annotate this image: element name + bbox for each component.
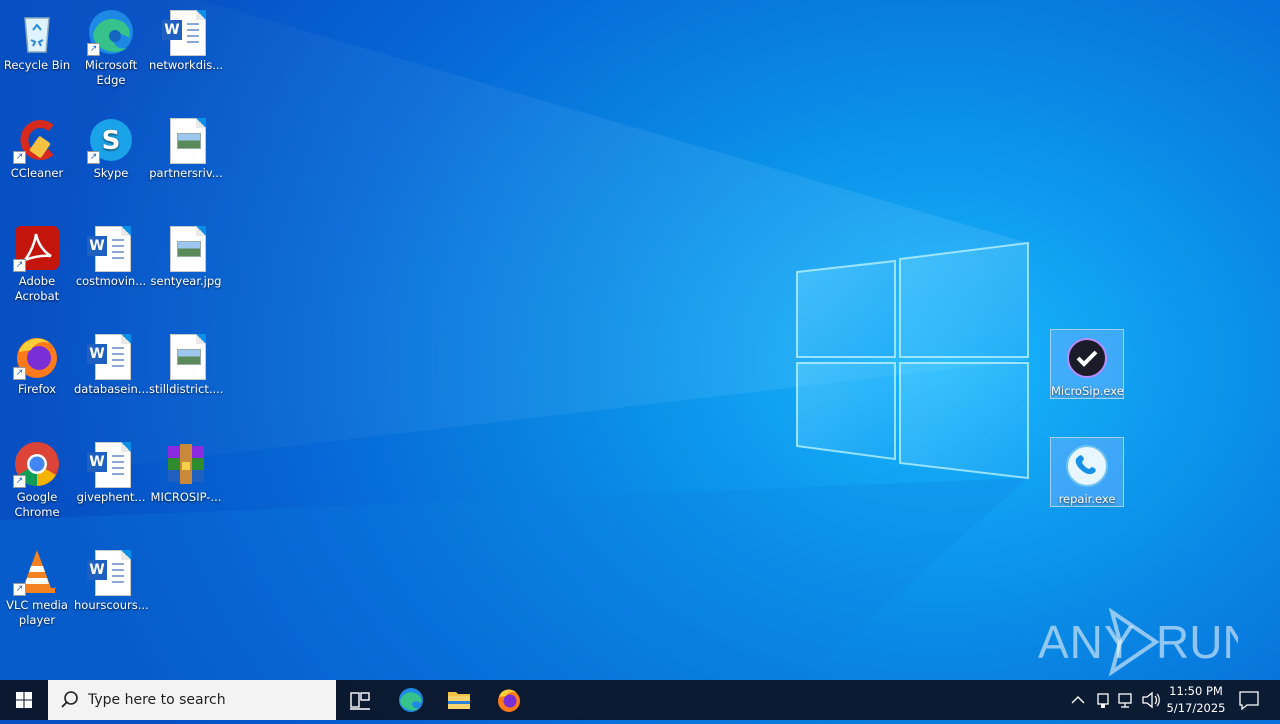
firefox-icon bbox=[498, 689, 520, 712]
shortcut-arrow-icon: ↗ bbox=[13, 367, 26, 380]
winrar-archive-icon bbox=[162, 440, 210, 488]
speaker-icon bbox=[1142, 691, 1160, 709]
task-view-button[interactable] bbox=[336, 680, 384, 720]
image-file-icon bbox=[162, 224, 210, 272]
desktop-icon-word-doc[interactable]: W givephent... bbox=[74, 436, 148, 505]
desktop-icon-label: Skype bbox=[93, 166, 129, 180]
word-document-icon: W bbox=[87, 548, 135, 596]
desktop-icon-recycle-bin[interactable]: Recycle Bin bbox=[0, 4, 74, 73]
edge-icon bbox=[399, 688, 423, 712]
svg-text:S: S bbox=[102, 126, 121, 156]
desktop-icon-label: CCleaner bbox=[10, 166, 64, 180]
desktop-icon-label: sentyear.jpg bbox=[150, 274, 222, 288]
word-document-icon: W bbox=[162, 8, 210, 56]
desktop-icon-label: VLC media player bbox=[6, 598, 68, 627]
recycle-bin-icon bbox=[13, 8, 61, 56]
taskbar-file-explorer-button[interactable] bbox=[435, 680, 483, 720]
desktop-icon-microsip-exe[interactable]: MicroSip.exe bbox=[1050, 329, 1124, 399]
desktop-icon-label: networkdis... bbox=[149, 58, 224, 72]
shortcut-arrow-icon: ↗ bbox=[13, 475, 26, 488]
clock-time: 11:50 PM bbox=[1169, 684, 1223, 698]
desktop-icon-word-doc[interactable]: W costmovin... bbox=[74, 220, 148, 289]
desktop-icon-label: costmovin... bbox=[75, 274, 147, 288]
start-button[interactable] bbox=[0, 680, 48, 720]
skype-icon: S ↗ bbox=[87, 116, 135, 164]
usb-device-icon bbox=[1097, 693, 1109, 708]
desktop-icon-label: databasein... bbox=[74, 382, 149, 396]
shortcut-arrow-icon: ↗ bbox=[13, 259, 26, 272]
taskbar-clock[interactable]: 11:50 PM 5/17/2025 bbox=[1160, 683, 1232, 717]
desktop-icon-label: repair.exe bbox=[1058, 492, 1116, 506]
microsip-check-icon bbox=[1063, 334, 1111, 382]
adobe-acrobat-icon: ↗ bbox=[13, 224, 61, 272]
desktop-icon-label: MICROSIP-... bbox=[150, 490, 222, 504]
shortcut-arrow-icon: ↗ bbox=[87, 151, 100, 164]
desktop-icon-label: stilldistrict.... bbox=[149, 382, 224, 396]
desktop-icon-label: Google Chrome bbox=[14, 490, 60, 519]
chevron-up-icon bbox=[1071, 696, 1085, 704]
action-center-button[interactable] bbox=[1234, 680, 1264, 720]
desktop-icon-label: Recycle Bin bbox=[3, 58, 71, 72]
desktop-icon-google-chrome[interactable]: ↗ Google Chrome bbox=[0, 436, 74, 520]
ccleaner-icon: ↗ bbox=[13, 116, 61, 164]
anyrun-watermark-logo: ANY RUN bbox=[1038, 608, 1238, 677]
shortcut-arrow-icon: ↗ bbox=[13, 151, 26, 164]
desktop-icon-label: givephent... bbox=[76, 490, 146, 504]
desktop-icon-word-doc[interactable]: W networkdis... bbox=[149, 4, 223, 73]
show-hidden-icons-button[interactable] bbox=[1068, 680, 1088, 720]
network-tray-button[interactable] bbox=[1116, 680, 1138, 720]
shortcut-arrow-icon: ↗ bbox=[87, 43, 100, 56]
shortcut-arrow-icon: ↗ bbox=[13, 583, 26, 596]
desktop-icon-label: Adobe Acrobat bbox=[14, 274, 60, 303]
vlc-cone-icon: ↗ bbox=[13, 548, 61, 596]
desktop-icon-label: Firefox bbox=[17, 382, 57, 396]
word-document-icon: W bbox=[87, 332, 135, 380]
image-file-icon bbox=[162, 332, 210, 380]
desktop-icon-image-file[interactable]: sentyear.jpg bbox=[149, 220, 223, 289]
desktop-icon-microsoft-edge[interactable]: ↗ Microsoft Edge bbox=[74, 4, 148, 88]
svg-text:RUN: RUN bbox=[1156, 616, 1238, 668]
desktop-icon-winrar-archive[interactable]: MICROSIP-... bbox=[149, 436, 223, 505]
desktop-icon-firefox[interactable]: ↗ Firefox bbox=[0, 328, 74, 397]
folder-icon bbox=[448, 692, 470, 709]
search-placeholder: Type here to search bbox=[88, 692, 226, 708]
edge-icon: ↗ bbox=[87, 8, 135, 56]
google-chrome-icon: ↗ bbox=[13, 440, 61, 488]
desktop-icon-word-doc[interactable]: W databasein... bbox=[74, 328, 149, 397]
taskbar-edge-button[interactable] bbox=[387, 680, 435, 720]
windows-logo-icon bbox=[16, 692, 32, 708]
network-icon bbox=[1118, 693, 1132, 708]
desktop-icon-label: Microsoft Edge bbox=[84, 58, 138, 87]
desktop-icon-repair-exe[interactable]: repair.exe bbox=[1050, 437, 1124, 507]
desktop-icon-label: partnersriv... bbox=[149, 166, 223, 180]
taskbar-search-box[interactable]: Type here to search bbox=[48, 680, 336, 720]
desktop-icon-label: hourscours... bbox=[74, 598, 149, 612]
desktop-icon-vlc-media-player[interactable]: ↗ VLC media player bbox=[0, 544, 74, 628]
desktop-icon-image-file[interactable]: partnersriv... bbox=[149, 112, 223, 181]
notification-icon bbox=[1239, 691, 1259, 711]
phone-icon bbox=[1063, 442, 1111, 490]
word-document-icon: W bbox=[87, 224, 135, 272]
desktop-icon-adobe-acrobat[interactable]: ↗ Adobe Acrobat bbox=[0, 220, 74, 304]
desktop-icon-label: MicroSip.exe bbox=[1051, 384, 1124, 398]
volume-tray-button[interactable] bbox=[1140, 680, 1162, 720]
desktop-icon-ccleaner[interactable]: ↗ CCleaner bbox=[0, 112, 74, 181]
desktop-icon-image-file[interactable]: stilldistrict.... bbox=[149, 328, 223, 397]
task-view-icon bbox=[350, 692, 370, 710]
clock-date: 5/17/2025 bbox=[1166, 701, 1226, 715]
taskbar-firefox-button[interactable] bbox=[485, 680, 533, 720]
desktop-icon-skype[interactable]: S ↗ Skype bbox=[74, 112, 148, 181]
desktop-icon-word-doc[interactable]: W hourscours... bbox=[74, 544, 149, 613]
search-icon bbox=[61, 691, 78, 708]
firefox-icon: ↗ bbox=[13, 332, 61, 380]
image-file-icon bbox=[162, 116, 210, 164]
word-document-icon: W bbox=[87, 440, 135, 488]
taskbar: Type here to search 11:50 PM 5/17/2025 bbox=[0, 680, 1280, 720]
tray-device-icon[interactable] bbox=[1092, 680, 1114, 720]
